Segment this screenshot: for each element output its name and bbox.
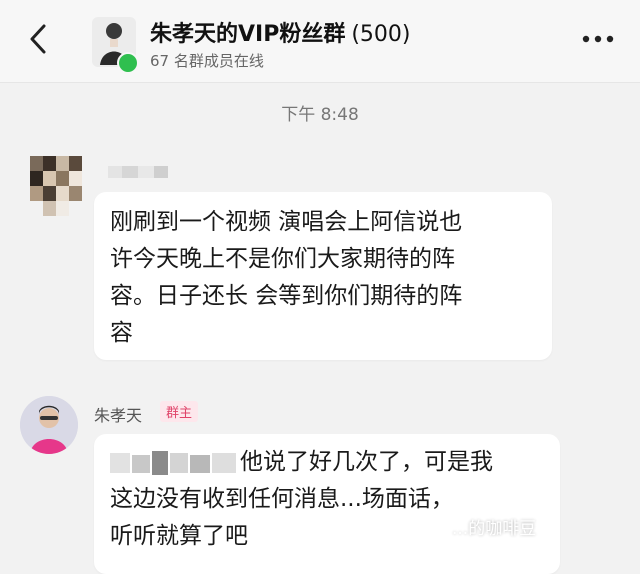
message-bubble[interactable]: 他说了好几次了，可是我 这边没有收到任何消息...场面话， 听听就算了吧 — [94, 434, 560, 574]
message-bubble[interactable]: 刚刷到一个视频 演唱会上阿信说也 许今天晚上不是你们大家期待的阵 容。日子还长 … — [94, 192, 552, 360]
quoted-text-blurred — [110, 450, 236, 475]
chevron-left-icon — [30, 24, 46, 54]
avatar-blurred[interactable] — [30, 156, 82, 216]
sender-name-blurred — [108, 166, 168, 178]
message-line: 容。日子还长 会等到你们期待的阵 — [110, 283, 463, 309]
members-online-status: 67 名群成员在线 — [150, 52, 264, 70]
sender-name: 朱孝天 — [94, 406, 143, 425]
message-timestamp: 下午 8:48 — [281, 105, 359, 125]
message-line: 容 — [110, 320, 133, 346]
message-line: 刚刷到一个视频 演唱会上阿信说也 — [110, 209, 463, 235]
group-owner-badge: 群主 — [160, 401, 199, 422]
more-horizontal-icon — [582, 35, 614, 43]
chat-header: 朱孝天的VIP粉丝群 (500) 67 名群成员在线 — [0, 0, 640, 83]
message-line: 许今天晚上不是你们大家期待的阵 — [110, 246, 455, 272]
watermark: ...的咖啡豆 — [452, 519, 537, 539]
message-line: 这边没有收到任何消息...场面话， — [110, 486, 454, 512]
message-line: 他说了好几次了，可是我 — [110, 444, 560, 481]
group-member-count: (500) — [351, 22, 411, 47]
online-status-dot — [117, 52, 139, 74]
message-line-text: 他说了好几次了，可是我 — [240, 449, 493, 475]
avatar[interactable] — [20, 396, 78, 454]
group-name: 朱孝天的VIP粉丝群 — [150, 22, 346, 47]
more-options-button[interactable] — [578, 24, 618, 54]
back-button[interactable] — [22, 22, 56, 56]
group-title: 朱孝天的VIP粉丝群 (500) — [150, 16, 411, 48]
